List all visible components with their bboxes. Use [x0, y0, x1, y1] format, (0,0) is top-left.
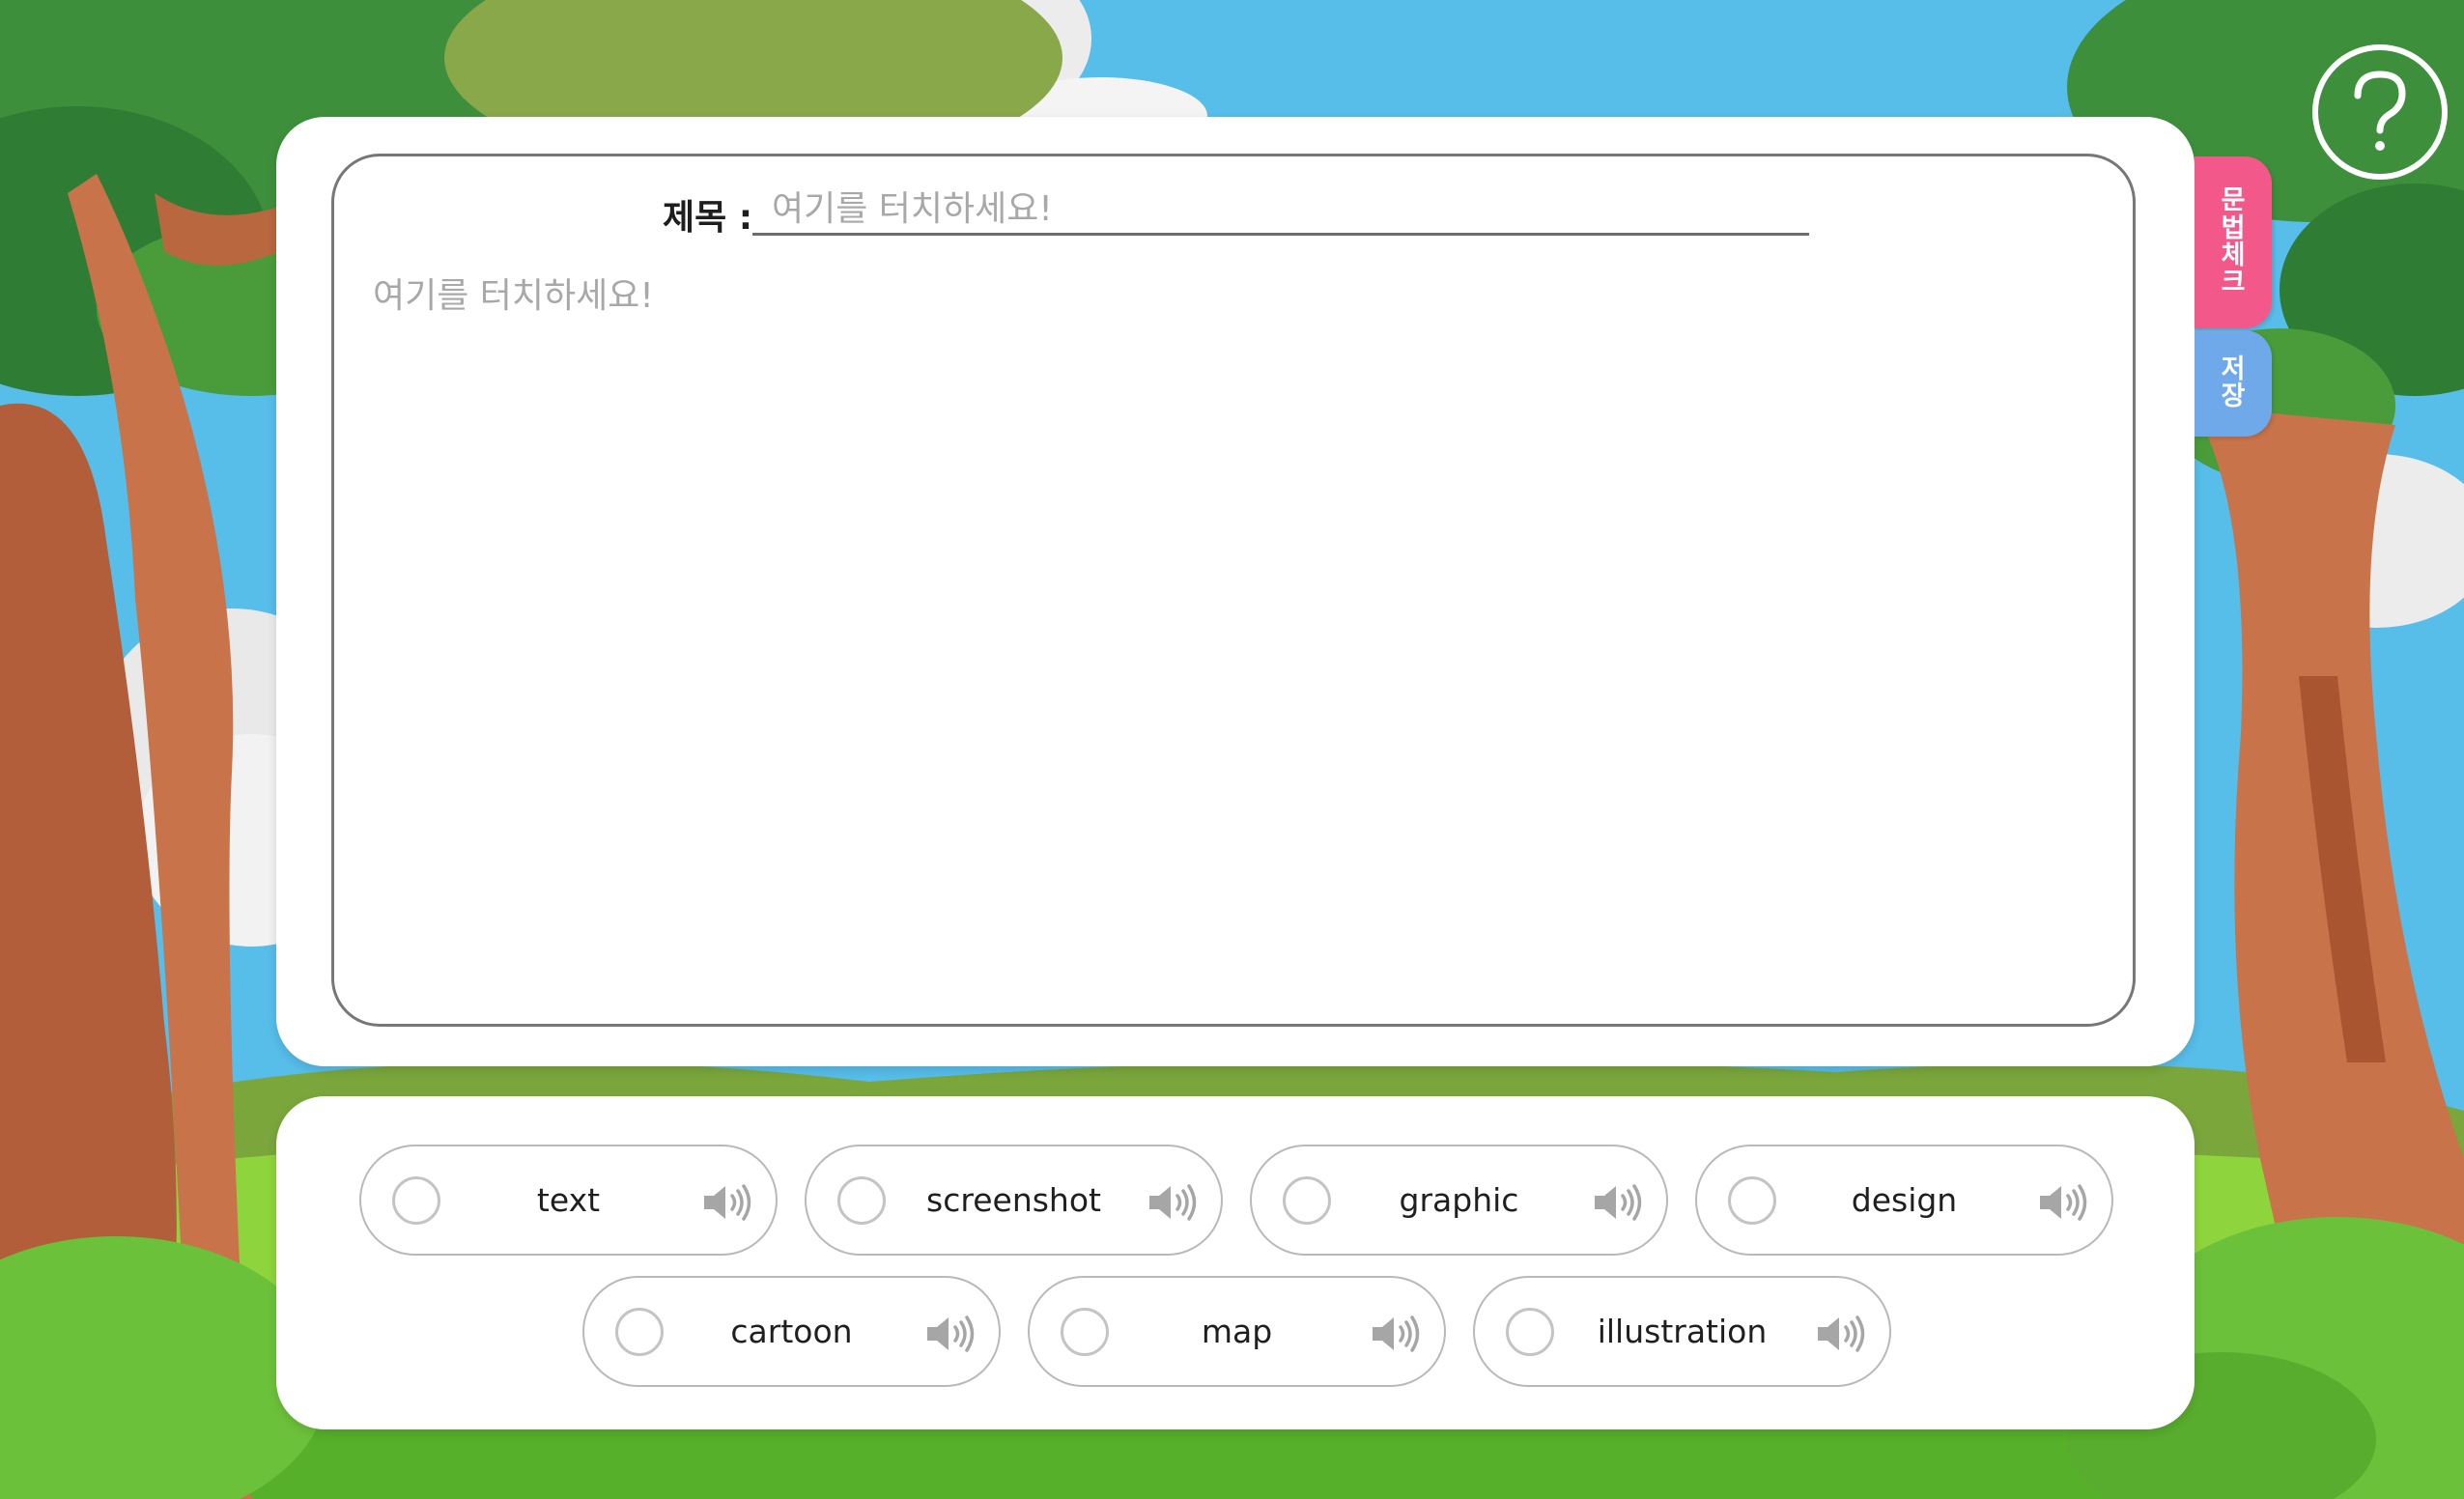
- help-button[interactable]: [2312, 44, 2448, 180]
- speaker-icon[interactable]: [1371, 1315, 1421, 1353]
- speaker-icon[interactable]: [2038, 1183, 2088, 1222]
- word-label: design: [1851, 1181, 1958, 1219]
- speaker-icon[interactable]: [1147, 1183, 1198, 1222]
- body-textarea[interactable]: [373, 272, 2092, 987]
- word-option-graphic[interactable]: graphic: [1250, 1145, 1668, 1256]
- grammar-check-tab[interactable]: 문 법 체 크: [2195, 156, 2272, 328]
- writing-area-frame: 제목 :: [331, 154, 2136, 1027]
- word-options-card: text screenshot graphic design cartoon m…: [276, 1096, 2195, 1429]
- writing-card: 제목 :: [276, 117, 2195, 1066]
- word-label: cartoon: [730, 1313, 853, 1350]
- save-tab[interactable]: 저 장: [2195, 330, 2272, 437]
- word-option-design[interactable]: design: [1695, 1145, 2113, 1256]
- grammar-check-tab-char: 법: [2221, 212, 2246, 243]
- title-row: 제목 :: [663, 185, 1809, 243]
- word-label: graphic: [1399, 1181, 1519, 1219]
- grammar-check-tab-char: 크: [2221, 268, 2246, 298]
- grammar-check-tab-char: 문: [2221, 185, 2246, 216]
- word-option-cartoon[interactable]: cartoon: [582, 1276, 1001, 1387]
- radio-button[interactable]: [1728, 1176, 1776, 1225]
- radio-button[interactable]: [837, 1176, 886, 1225]
- radio-button[interactable]: [392, 1176, 440, 1225]
- word-label: map: [1201, 1313, 1273, 1350]
- speaker-icon[interactable]: [925, 1315, 976, 1353]
- speaker-icon[interactable]: [702, 1183, 752, 1222]
- word-option-text[interactable]: text: [359, 1145, 778, 1256]
- radio-button[interactable]: [1283, 1176, 1331, 1225]
- word-option-map[interactable]: map: [1028, 1276, 1446, 1387]
- word-label: text: [536, 1181, 601, 1219]
- speaker-icon[interactable]: [1593, 1183, 1643, 1222]
- word-label: illustration: [1597, 1313, 1768, 1350]
- speaker-icon[interactable]: [1816, 1315, 1866, 1353]
- radio-button[interactable]: [615, 1308, 664, 1356]
- grammar-check-tab-char: 체: [2221, 240, 2246, 270]
- word-option-screenshot[interactable]: screenshot: [805, 1145, 1223, 1256]
- title-label: 제목 :: [663, 198, 753, 238]
- radio-button[interactable]: [1506, 1308, 1554, 1356]
- word-label: screenshot: [926, 1181, 1101, 1219]
- save-tab-char: 저: [2221, 354, 2246, 384]
- question-mark-circle-icon: [2354, 71, 2406, 151]
- save-tab-char: 장: [2221, 382, 2246, 411]
- title-input[interactable]: [752, 185, 1809, 236]
- word-option-illustration[interactable]: illustration: [1473, 1276, 1891, 1387]
- radio-button[interactable]: [1061, 1308, 1109, 1356]
